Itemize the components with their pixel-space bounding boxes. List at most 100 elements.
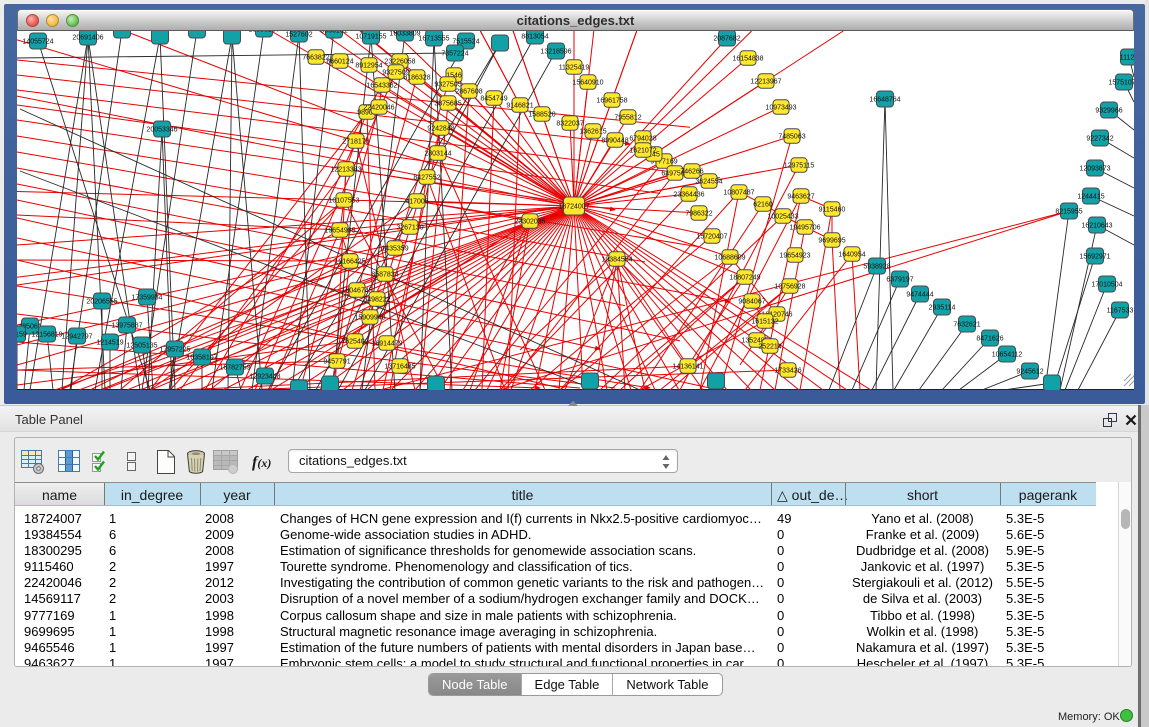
svg-text:11325419: 11325419	[559, 65, 590, 72]
svg-text:2935114: 2935114	[929, 305, 956, 312]
svg-text:62160: 62160	[753, 202, 773, 209]
svg-text:6966161: 6966161	[320, 31, 347, 35]
svg-text:7986322: 7986322	[685, 211, 712, 218]
svg-text:7955812: 7955812	[614, 115, 641, 122]
svg-text:1214519: 1214519	[96, 340, 123, 347]
svg-text:3875685: 3875685	[434, 101, 461, 108]
svg-text:19166425: 19166425	[334, 259, 365, 266]
svg-text:3498222: 3498222	[363, 297, 390, 304]
svg-text:1362615: 1362615	[579, 129, 606, 136]
svg-text:15640910: 15640910	[572, 80, 603, 87]
svg-text:11124: 11124	[1120, 55, 1134, 62]
svg-text:7485063: 7485063	[778, 134, 805, 141]
svg-text:23302035: 23302035	[514, 219, 545, 226]
svg-text:12213967: 12213967	[750, 79, 781, 86]
svg-text:9457791: 9457791	[323, 359, 350, 366]
svg-text:20053346: 20053346	[146, 127, 177, 134]
svg-text:17359934: 17359934	[131, 295, 162, 302]
svg-text:6794028: 6794028	[629, 136, 656, 143]
svg-text:16713555: 16713555	[418, 36, 449, 43]
svg-text:13716485: 13716485	[384, 364, 415, 371]
svg-text:10025433: 10025433	[767, 214, 798, 221]
svg-text:9084067: 9084067	[738, 299, 765, 306]
svg-text:19654935: 19654935	[324, 228, 355, 235]
svg-text:12505135: 12505135	[126, 343, 157, 350]
svg-text:10653267: 10653267	[248, 31, 279, 34]
svg-text:10358107: 10358107	[186, 355, 217, 362]
svg-text:8587834: 8587834	[371, 272, 398, 279]
svg-text:1244415: 1244415	[1077, 194, 1104, 201]
svg-text:9227342: 9227342	[1086, 136, 1113, 143]
svg-text:16782759: 16782759	[219, 365, 250, 372]
svg-text:8813054: 8813054	[521, 34, 548, 41]
svg-text:1167533: 1167533	[1107, 308, 1134, 315]
svg-text:16210643: 16210643	[1081, 223, 1112, 230]
svg-text:20691406: 20691406	[72, 35, 103, 42]
svg-text:1621072: 1621072	[629, 148, 656, 155]
svg-text:10654112: 10654112	[992, 352, 1023, 359]
svg-text:13218596: 13218596	[540, 49, 571, 56]
svg-text:417006: 417006	[405, 199, 428, 206]
svg-text:12923448: 12923448	[249, 374, 280, 381]
svg-text:1640954: 1640954	[838, 252, 865, 259]
svg-text:12942797: 12942797	[61, 334, 92, 341]
svg-text:18724007: 18724007	[558, 204, 589, 211]
svg-text:10807487: 10807487	[723, 190, 754, 197]
svg-text:10719155: 10719155	[355, 34, 386, 41]
svg-text:19384554: 19384554	[601, 257, 632, 264]
svg-text:746266: 746266	[680, 169, 703, 176]
svg-text:1615132: 1615132	[751, 319, 778, 326]
svg-text:8471626: 8471626	[976, 336, 1003, 343]
svg-text:14136141: 14136141	[672, 364, 703, 371]
svg-text:17957225: 17957225	[159, 347, 190, 354]
svg-text:19654923: 19654923	[779, 253, 810, 260]
svg-text:15720407: 15720407	[696, 234, 727, 241]
svg-text:20206555: 20206555	[86, 299, 117, 306]
svg-text:1733426: 1733426	[774, 368, 801, 375]
svg-text:7632621: 7632621	[953, 322, 980, 329]
svg-text:8215955: 8215955	[1055, 209, 1082, 216]
svg-text:9463627: 9463627	[787, 194, 814, 201]
svg-text:7515524: 7515524	[452, 39, 479, 46]
svg-text:2087682: 2087682	[713, 36, 740, 43]
svg-text:8427552: 8427552	[413, 175, 440, 182]
svg-text:15751074: 15751074	[1108, 80, 1134, 87]
svg-text:18807249: 18807249	[729, 275, 760, 282]
svg-text:7357224: 7357224	[441, 51, 468, 58]
svg-text:13975887: 13975887	[111, 323, 142, 330]
svg-text:16543382: 16543382	[366, 83, 397, 90]
svg-text:16961758: 16961758	[596, 98, 627, 105]
svg-text:22420046: 22420046	[363, 105, 394, 112]
svg-text:10107553: 10107553	[328, 198, 359, 205]
svg-text:8660124: 8660124	[326, 59, 353, 66]
svg-text:23364436: 23364436	[673, 192, 704, 199]
svg-text:7625402: 7625402	[341, 339, 368, 346]
svg-text:15909948: 15909948	[354, 315, 385, 322]
svg-text:8912954: 8912954	[355, 63, 382, 70]
svg-text:12156819: 12156819	[31, 332, 62, 339]
svg-text:9146821: 9146821	[506, 103, 533, 110]
svg-text:16033809: 16033809	[389, 31, 420, 38]
svg-text:12093873: 12093873	[1079, 166, 1110, 173]
svg-text:1435359: 1435359	[381, 246, 408, 253]
svg-text:17010504: 17010504	[1091, 282, 1122, 289]
svg-text:9115460: 9115460	[819, 207, 846, 214]
svg-text:16648764: 16648764	[869, 97, 900, 104]
svg-text:9474444: 9474444	[906, 292, 933, 299]
svg-text:14055724: 14055724	[22, 39, 53, 46]
svg-text:12213383: 12213383	[330, 167, 361, 174]
svg-text:6379197: 6379197	[886, 277, 913, 284]
svg-text:16154838: 16154838	[732, 56, 763, 63]
svg-text:9329966: 9329966	[1095, 108, 1122, 115]
svg-text:12975115: 12975115	[784, 163, 815, 170]
svg-text:2803144: 2803144	[424, 151, 451, 158]
svg-text:9327505: 9327505	[434, 82, 461, 89]
svg-text:8186328: 8186328	[403, 75, 430, 82]
svg-text:9242848: 9242848	[427, 126, 454, 133]
svg-text:8322037: 8322037	[556, 121, 583, 128]
svg-text:8454749: 8454749	[480, 96, 507, 103]
svg-text:1527602: 1527602	[285, 32, 312, 39]
svg-text:3624554: 3624554	[695, 179, 722, 186]
svg-text:3267130: 3267130	[396, 225, 423, 232]
svg-text:9245612: 9245612	[1016, 369, 1043, 376]
